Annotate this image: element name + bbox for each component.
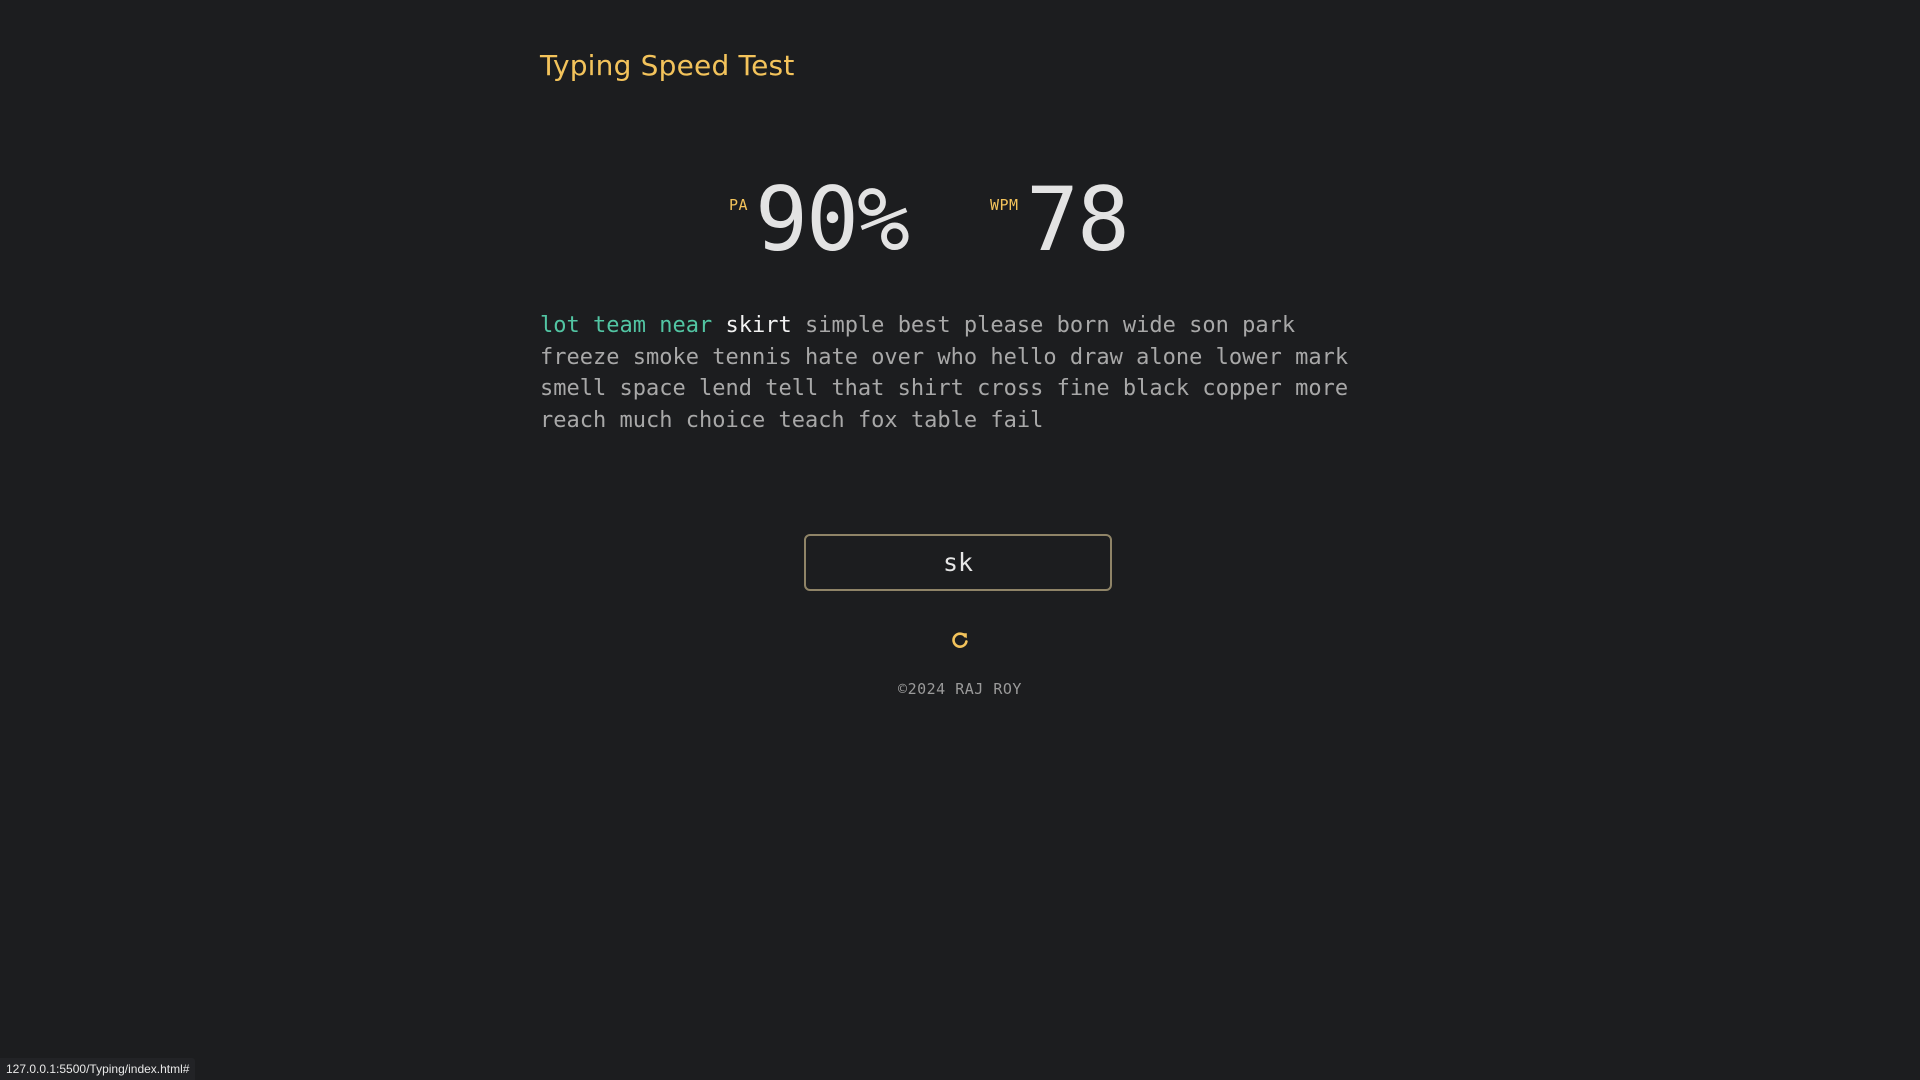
word-item: lower (1215, 344, 1282, 370)
word-item: near (659, 313, 713, 338)
word-item: hello (990, 344, 1057, 370)
word-item: smoke (632, 344, 699, 370)
word-item: lot (540, 313, 580, 338)
word-item: born (1056, 313, 1110, 338)
typing-app: Typing Speed Test PA 90% WPM 78 lot team… (540, 0, 1380, 1080)
word-item: wide (1122, 313, 1176, 338)
word-item: please (963, 313, 1044, 338)
word-item: that (831, 376, 885, 401)
word-list: lot team near skirt simple best please b… (540, 310, 1380, 436)
app-title: Typing Speed Test (540, 49, 795, 82)
word-item: smell (540, 376, 607, 401)
word-item: skirt (725, 313, 792, 338)
word-item: over (871, 344, 925, 370)
word-item: more (1295, 376, 1349, 401)
stats-panel: PA 90% WPM 78 (540, 170, 1380, 270)
word-item: lend (698, 376, 752, 401)
word-item: son (1189, 313, 1229, 338)
word-item: cross (977, 376, 1044, 401)
accuracy-label: PA (729, 196, 749, 214)
word-item: tell (765, 376, 819, 401)
refresh-icon (952, 631, 968, 648)
word-item: simple (804, 313, 885, 338)
word-item: fail (990, 407, 1044, 433)
footer-copyright: ©2024 RAJ ROY (898, 680, 1022, 698)
reset-button[interactable] (945, 622, 975, 652)
word-item: freeze (540, 344, 620, 370)
word-item: alone (1136, 344, 1203, 370)
wpm-value: 78 (1026, 168, 1130, 271)
word-item: who (937, 344, 978, 370)
word-item: choice (685, 407, 766, 433)
word-item: hate (804, 344, 858, 370)
word-item: space (619, 376, 686, 401)
word-item: best (897, 313, 951, 338)
accuracy-value: 90% (755, 168, 910, 271)
word-item: team (593, 313, 646, 338)
wpm-label: WPM (990, 196, 1019, 214)
word-item: reach (540, 407, 607, 433)
word-item: park (1242, 313, 1296, 338)
word-item: draw (1069, 344, 1123, 370)
word-item: much (619, 407, 673, 433)
word-item: copper (1202, 376, 1282, 401)
word-item: fine (1056, 376, 1110, 401)
typing-input[interactable] (804, 534, 1112, 591)
word-item: teach (778, 407, 845, 433)
word-item: tennis (712, 344, 792, 370)
word-item: table (910, 407, 978, 433)
word-item: fox (857, 407, 898, 433)
word-item: mark (1295, 344, 1349, 370)
word-item: black (1122, 376, 1190, 401)
word-item: shirt (897, 376, 964, 401)
status-bar-url: 127.0.0.1:5500/Typing/index.html# (0, 1058, 196, 1080)
